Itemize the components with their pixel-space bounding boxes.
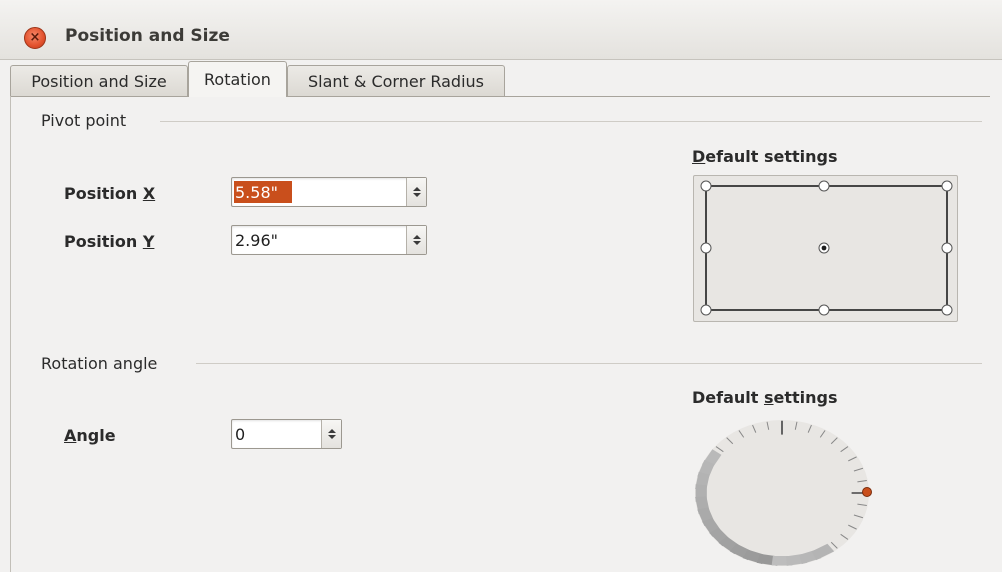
position-y-mnemonic: Y	[142, 232, 155, 251]
pivot-point-top-right[interactable]	[941, 180, 953, 192]
rotation-angle-separator	[196, 363, 982, 364]
decrement-icon	[412, 193, 421, 197]
angle-spinbox[interactable]	[231, 419, 342, 449]
close-icon: ×	[29, 30, 41, 45]
decrement-icon	[412, 241, 421, 245]
tab-slant-corner-radius[interactable]: Slant & Corner Radius	[287, 65, 505, 96]
pivot-default-rest: efault settings	[705, 147, 838, 166]
increment-icon	[327, 429, 336, 433]
position-x-label: Position X	[64, 184, 155, 203]
position-y-stepper[interactable]	[406, 226, 426, 254]
angle-stepper[interactable]	[321, 420, 341, 448]
rotation-default-after: ettings	[773, 388, 838, 407]
angle-mnemonic: A	[64, 426, 77, 445]
pivot-point-center-dot	[821, 245, 827, 251]
angle-label: Angle	[64, 426, 116, 445]
title-bar: × Position and Size	[0, 0, 1002, 60]
tab-bar: Position and Size Rotation Slant & Corne…	[10, 61, 990, 97]
rotation-default-before: Default	[692, 388, 764, 407]
pivot-grid-graphic	[700, 180, 953, 316]
close-button[interactable]: ×	[24, 27, 46, 49]
position-x-mnemonic: X	[142, 184, 156, 203]
position-x-spinbox[interactable]	[231, 177, 427, 207]
tab-rotation[interactable]: Rotation	[188, 61, 287, 97]
pivot-point-bottom-left[interactable]	[700, 304, 712, 316]
pivot-point-top-center[interactable]	[818, 180, 830, 192]
position-x-label-text: Position	[64, 184, 143, 203]
rotation-default-settings-label: Default settings	[692, 388, 838, 407]
angle-label-rest: ngle	[76, 426, 116, 445]
position-y-label: Position Y	[64, 232, 154, 251]
increment-icon	[412, 187, 421, 191]
decrement-icon	[327, 435, 336, 439]
pivot-point-middle-right[interactable]	[941, 242, 953, 254]
rotation-angle-dial[interactable]	[688, 414, 888, 576]
pivot-point-middle-left[interactable]	[700, 242, 712, 254]
position-x-input[interactable]	[234, 181, 292, 203]
pivot-point-bottom-center[interactable]	[818, 304, 830, 316]
pivot-default-settings-label: Default settings	[692, 147, 838, 166]
position-y-spinbox[interactable]	[231, 225, 427, 255]
position-and-size-dialog: × Position and Size Position and Size Ro…	[0, 0, 1002, 572]
position-x-stepper[interactable]	[406, 178, 426, 206]
position-y-label-text: Position	[64, 232, 143, 251]
rotation-default-mnemonic: s	[763, 388, 774, 407]
position-y-input[interactable]	[234, 229, 404, 251]
angle-input[interactable]	[234, 423, 318, 445]
rotation-angle-heading: Rotation angle	[41, 354, 158, 373]
pivot-point-separator	[160, 121, 982, 122]
panel-left-border	[10, 96, 11, 572]
tab-panel-border	[10, 96, 990, 97]
increment-icon	[412, 235, 421, 239]
pivot-point-top-left[interactable]	[700, 180, 712, 192]
rotation-handle[interactable]	[862, 487, 872, 497]
tab-position-and-size[interactable]: Position and Size	[10, 65, 188, 96]
window-title: Position and Size	[65, 26, 230, 46]
pivot-point-bottom-right[interactable]	[941, 304, 953, 316]
rotation-dial-graphic	[695, 420, 872, 566]
pivot-default-mnemonic: D	[692, 147, 706, 166]
pivot-point-selector[interactable]	[693, 175, 958, 322]
pivot-point-heading: Pivot point	[41, 111, 127, 130]
